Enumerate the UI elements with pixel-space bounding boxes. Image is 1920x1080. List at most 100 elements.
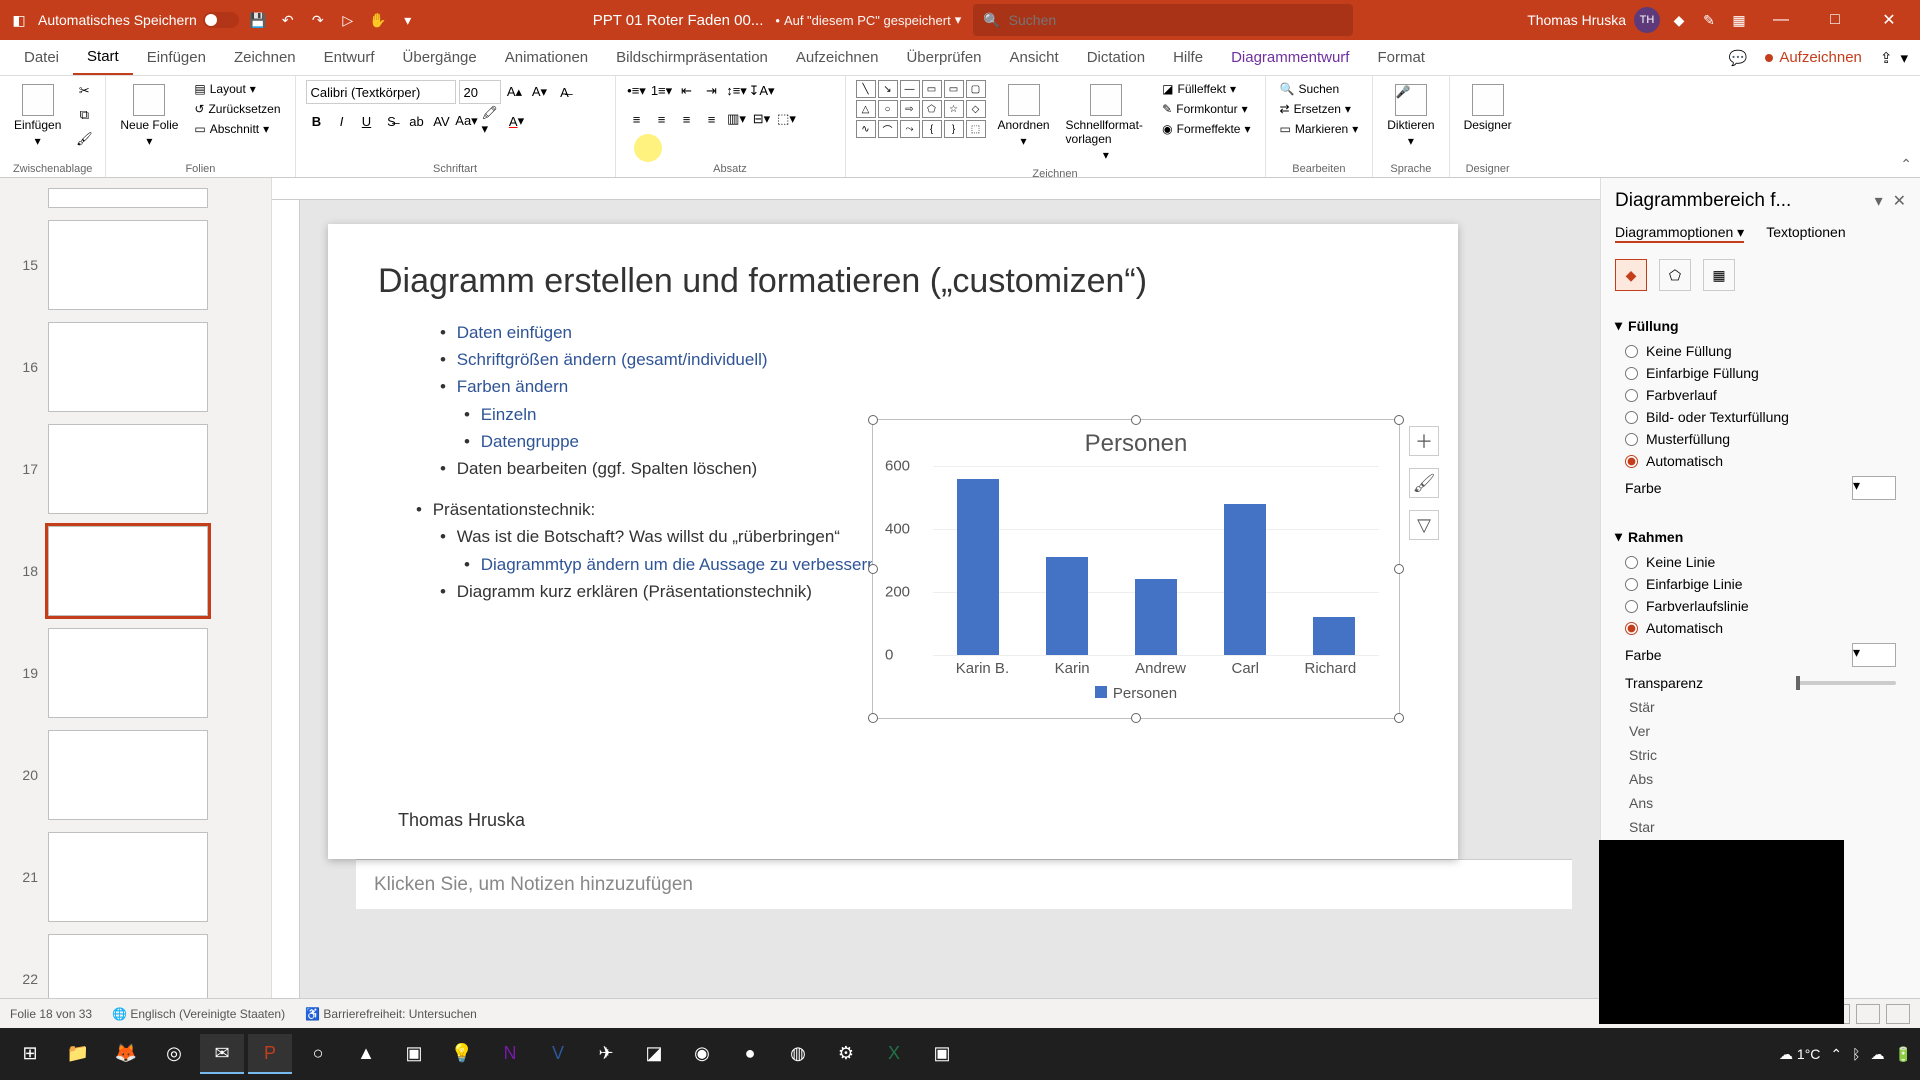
chart-bar[interactable]: [1135, 579, 1177, 655]
slide-title[interactable]: Diagramm erstellen und formatieren („cus…: [378, 262, 1408, 301]
autosave-toggle[interactable]: Automatisches Speichern: [38, 12, 239, 28]
chart-elements-button[interactable]: ＋: [1409, 426, 1439, 456]
tab-uebergaenge[interactable]: Übergänge: [389, 40, 491, 75]
char-spacing-button[interactable]: AV: [431, 110, 453, 132]
align-left-button[interactable]: ≡: [626, 108, 648, 130]
fill-color-picker[interactable]: ▾: [1852, 476, 1896, 500]
paste-button[interactable]: Einfügen▾: [10, 80, 65, 152]
present-dropdown-icon[interactable]: ▾: [1900, 49, 1908, 67]
diagram-options-tab[interactable]: Diagrammoptionen ▾: [1615, 224, 1744, 243]
start-button[interactable]: ⊞: [8, 1034, 52, 1074]
visio-icon[interactable]: V: [536, 1034, 580, 1074]
chart-legend[interactable]: Personen: [873, 685, 1399, 702]
line-option[interactable]: Keine Linie: [1615, 551, 1906, 573]
underline-button[interactable]: U: [356, 110, 378, 132]
shape-fill-button[interactable]: ◪ Fülleffekt ▾: [1158, 80, 1254, 98]
maximize-button[interactable]: □: [1812, 4, 1858, 36]
share-icon[interactable]: ⇪: [1880, 49, 1893, 67]
resize-handle[interactable]: [1131, 713, 1141, 723]
designer-button[interactable]: Designer: [1460, 80, 1516, 136]
italic-button[interactable]: I: [331, 110, 353, 132]
bullet-link[interactable]: Einzeln: [481, 405, 537, 424]
bluetooth-icon[interactable]: ᛒ: [1852, 1046, 1860, 1062]
bullet-link[interactable]: Schriftgrößen ändern (gesamt/individuell…: [457, 350, 768, 369]
cloud-icon[interactable]: ☁: [1871, 1046, 1885, 1063]
dedent-button[interactable]: ⇤: [676, 80, 698, 102]
slide-thumbnail[interactable]: [48, 628, 208, 718]
pane-dropdown-icon[interactable]: ▾: [1875, 191, 1883, 211]
text-options-tab[interactable]: Textoptionen: [1766, 224, 1845, 243]
firefox-icon[interactable]: 🦊: [104, 1034, 148, 1074]
shape-effects-button[interactable]: ◉ Formeffekte ▾: [1158, 120, 1254, 138]
fill-option[interactable]: Automatisch: [1615, 450, 1906, 472]
close-button[interactable]: ✕: [1866, 4, 1912, 36]
app-icon[interactable]: ○: [296, 1034, 340, 1074]
powerpoint-icon[interactable]: P: [248, 1034, 292, 1074]
slide-thumbnail[interactable]: [48, 934, 208, 998]
accessibility-status[interactable]: ♿ Barrierefreiheit: Untersuchen: [305, 1007, 477, 1021]
text-direction-button[interactable]: ↧A▾: [751, 80, 773, 102]
grow-font-icon[interactable]: A▴: [504, 81, 526, 103]
pane-close-icon[interactable]: ✕: [1893, 191, 1906, 211]
tab-bildschirmpraesentation[interactable]: Bildschirmpräsentation: [602, 40, 782, 75]
explorer-icon[interactable]: 📁: [56, 1034, 100, 1074]
tab-zeichnen[interactable]: Zeichnen: [220, 40, 310, 75]
tab-diagrammentwurf[interactable]: Diagrammentwurf: [1217, 40, 1363, 75]
resize-handle[interactable]: [1131, 415, 1141, 425]
fill-option[interactable]: Musterfüllung: [1615, 428, 1906, 450]
tab-aufzeichnen[interactable]: Aufzeichnen: [782, 40, 893, 75]
quick-styles-button[interactable]: Schnellformat-vorlagen▾: [1062, 80, 1151, 166]
app-icon[interactable]: ◪: [632, 1034, 676, 1074]
tab-ansicht[interactable]: Ansicht: [996, 40, 1073, 75]
save-icon[interactable]: 💾: [247, 9, 269, 31]
font-color-button[interactable]: A▾: [506, 110, 528, 132]
tray-chevron-icon[interactable]: ⌃: [1830, 1046, 1842, 1063]
strike-button[interactable]: S̶: [381, 110, 403, 132]
file-name[interactable]: PPT 01 Roter Faden 00...: [593, 12, 764, 29]
bullets-button[interactable]: •≡▾: [626, 80, 648, 102]
tab-format[interactable]: Format: [1363, 40, 1439, 75]
resize-handle[interactable]: [1394, 415, 1404, 425]
bold-button[interactable]: B: [306, 110, 328, 132]
qat-more-icon[interactable]: ▾: [397, 9, 419, 31]
user-badge[interactable]: Thomas Hruska TH: [1527, 7, 1660, 33]
fill-option[interactable]: Einfarbige Füllung: [1615, 362, 1906, 384]
chevron-down-icon[interactable]: ▾: [1615, 528, 1622, 545]
line-color-picker[interactable]: ▾: [1852, 643, 1896, 667]
chart-bar[interactable]: [1046, 557, 1088, 655]
tab-dictation[interactable]: Dictation: [1073, 40, 1159, 75]
resize-handle[interactable]: [1394, 564, 1404, 574]
clear-format-icon[interactable]: A̶: [554, 81, 576, 103]
arrange-button[interactable]: Anordnen▾: [994, 80, 1054, 152]
outlook-icon[interactable]: ✉: [200, 1034, 244, 1074]
tab-animationen[interactable]: Animationen: [491, 40, 602, 75]
pen-icon[interactable]: ✎: [1698, 9, 1720, 31]
diamond-icon[interactable]: ◆: [1668, 9, 1690, 31]
align-center-button[interactable]: ≡: [651, 108, 673, 130]
telegram-icon[interactable]: ✈: [584, 1034, 628, 1074]
app-icon[interactable]: ●: [728, 1034, 772, 1074]
slideshow-view-button[interactable]: [1886, 1004, 1910, 1024]
saved-location[interactable]: • Auf "diesem PC" gespeichert ▾: [775, 12, 961, 28]
change-case-button[interactable]: Aa▾: [456, 110, 478, 132]
tab-hilfe[interactable]: Hilfe: [1159, 40, 1217, 75]
indent-button[interactable]: ⇥: [701, 80, 723, 102]
search-input[interactable]: [1009, 12, 1344, 28]
redo-icon[interactable]: ↷: [307, 9, 329, 31]
app-icon[interactable]: ◍: [776, 1034, 820, 1074]
obs-icon[interactable]: ◉: [680, 1034, 724, 1074]
chart-filters-button[interactable]: ▽: [1409, 510, 1439, 540]
line-section-title[interactable]: Rahmen: [1628, 529, 1683, 545]
tab-start[interactable]: Start: [73, 40, 133, 75]
from-beginning-icon[interactable]: ▷: [337, 9, 359, 31]
line-spacing-button[interactable]: ↕≡▾: [726, 80, 748, 102]
fill-option[interactable]: Bild- oder Texturfüllung: [1615, 406, 1906, 428]
record-button[interactable]: Aufzeichnen: [1755, 45, 1872, 70]
dictate-button[interactable]: 🎤Diktieren▾: [1383, 80, 1438, 152]
chart-bar[interactable]: [957, 479, 999, 655]
fill-option[interactable]: Keine Füllung: [1615, 340, 1906, 362]
tab-ueberpruefen[interactable]: Überprüfen: [892, 40, 995, 75]
shapes-gallery[interactable]: ╲↘—▭▭▢ △○⇨⬠☆◇ ∿⌒⤳{}⬚: [856, 80, 986, 138]
align-right-button[interactable]: ≡: [676, 108, 698, 130]
chevron-down-icon[interactable]: ▾: [1615, 317, 1622, 334]
